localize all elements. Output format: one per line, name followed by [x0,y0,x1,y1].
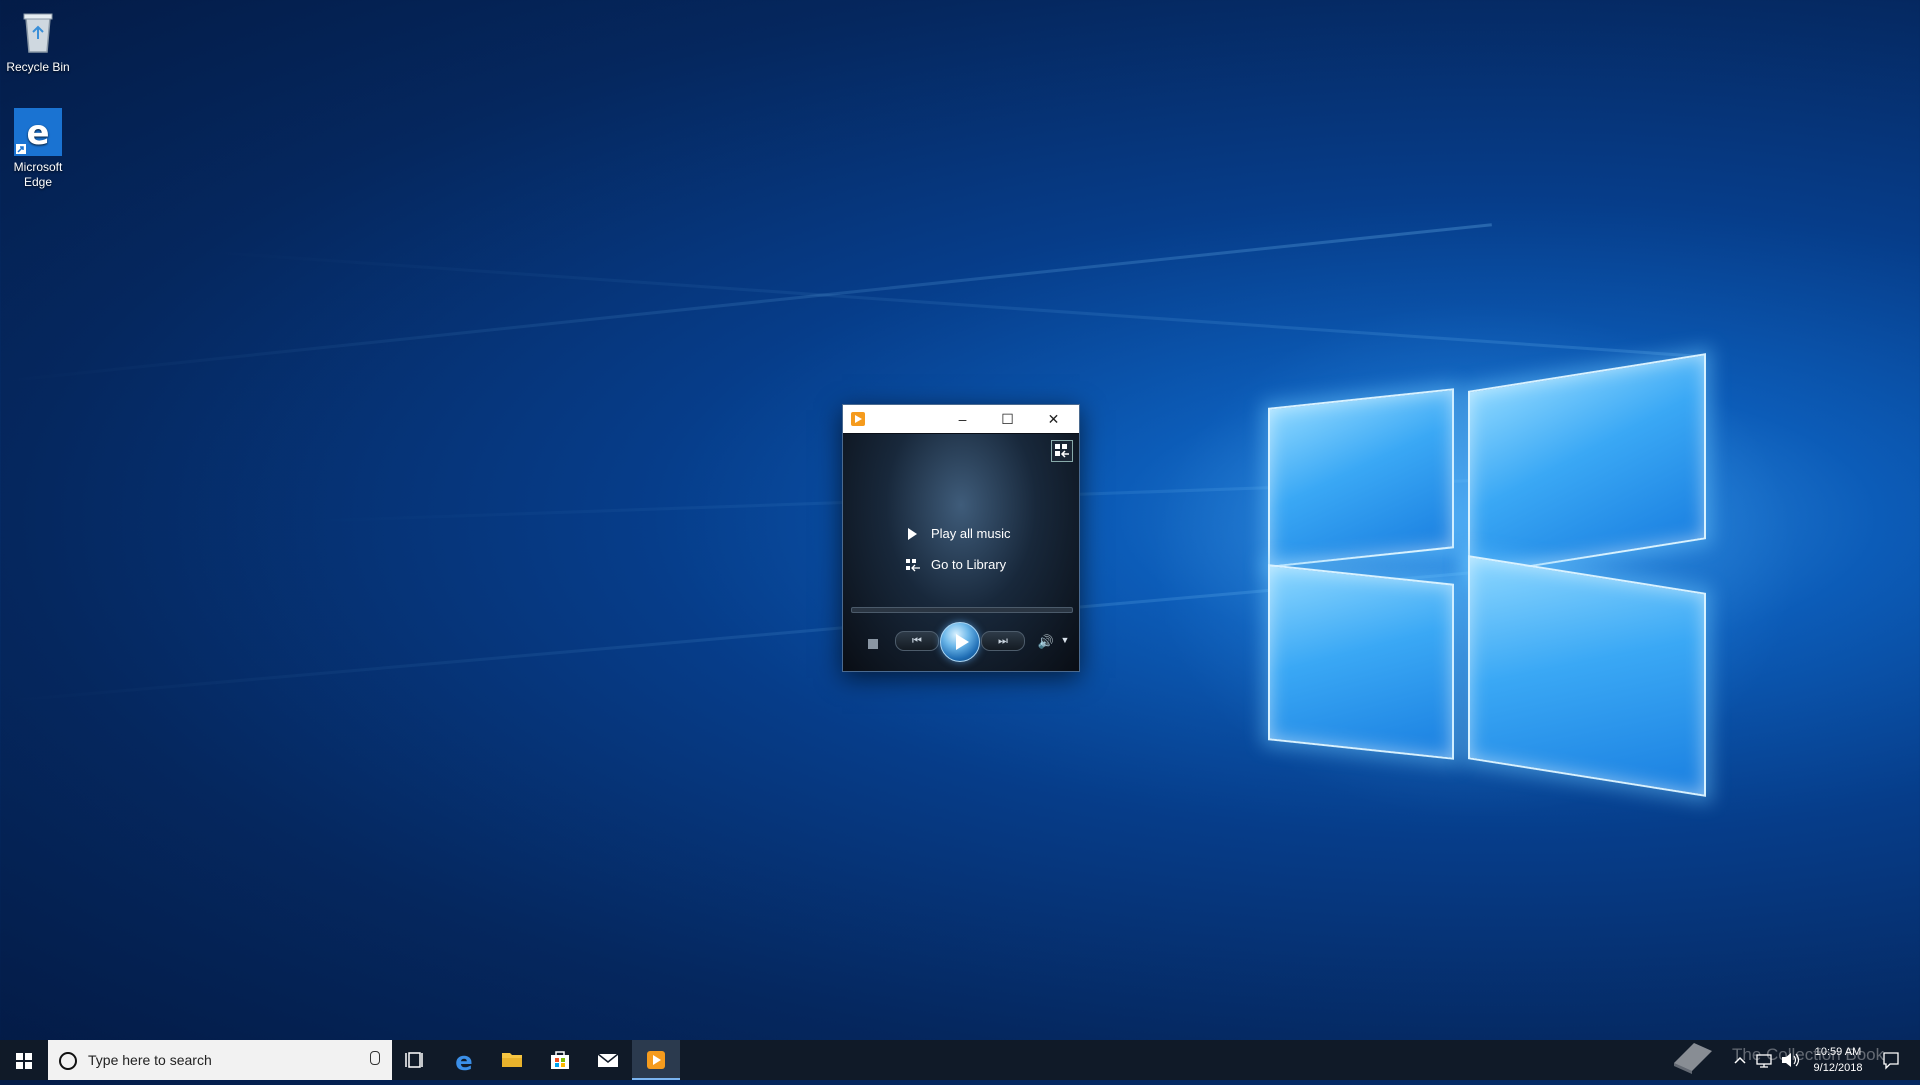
logo-pane-top-left [1268,388,1454,568]
media-player-icon [851,412,865,426]
switch-to-library-button[interactable] [1051,440,1073,462]
media-player-window[interactable]: – ☐ ✕ Play all music Go to Library ⏮ ⏭ 🔊… [842,404,1080,672]
maximize-button[interactable]: ☐ [985,405,1030,433]
speaker-icon: 🔊 [1037,634,1055,649]
edge-icon: e [14,108,62,156]
window-titlebar[interactable]: – ☐ ✕ [843,405,1079,433]
taskbar-media-player-button[interactable] [632,1040,680,1080]
desktop-icon-recycle-bin[interactable]: Recycle Bin [0,8,76,75]
svg-text:e: e [455,1047,473,1077]
search-placeholder: Type here to search [88,1052,212,1068]
task-view-button[interactable] [392,1040,440,1080]
logo-pane-bottom-right [1468,555,1706,797]
logo-pane-top-right [1468,353,1706,577]
go-to-library-link[interactable]: Go to Library [905,557,1006,572]
taskbar-mail-button[interactable] [584,1040,632,1080]
task-view-icon [405,1052,423,1068]
windows-logo-icon [16,1053,32,1069]
store-icon [551,1051,569,1069]
previous-button[interactable]: ⏮ [895,631,939,651]
watermark-book-logo [1674,1043,1712,1074]
start-button[interactable] [0,1040,48,1080]
desktop-icon-edge[interactable]: e Microsoft Edge [0,108,76,190]
taskbar-store-button[interactable] [536,1040,584,1080]
previous-icon: ⏮ [912,635,922,647]
microphone-icon[interactable] [370,1051,380,1065]
seek-bar[interactable] [851,607,1073,613]
svg-text:e: e [26,113,49,153]
library-grid-icon [1055,444,1069,458]
media-player-icon [647,1051,665,1069]
taskbar-search-box[interactable]: Type here to search [48,1040,392,1080]
cortana-icon [59,1052,77,1070]
edge-icon: e [455,1047,473,1077]
recycle-bin-icon [14,8,62,56]
play-button[interactable] [940,622,980,662]
play-all-music-label: Play all music [931,526,1011,541]
folder-icon [502,1053,522,1067]
volume-dropdown-button[interactable]: ▼ [1060,635,1070,645]
go-to-library-label: Go to Library [931,557,1007,572]
minimize-button[interactable]: – [940,405,985,433]
taskbar-edge-button[interactable]: e [440,1040,488,1080]
next-icon: ⏭ [998,635,1008,647]
watermark: The Collection Book [1674,1043,1885,1074]
logo-pane-bottom-left [1268,564,1454,760]
stop-button[interactable] [868,639,878,649]
next-button[interactable]: ⏭ [981,631,1025,651]
mute-button[interactable]: 🔊 [1037,634,1055,649]
play-icon [905,527,921,541]
desktop-icon-label: Microsoft Edge [13,160,63,189]
watermark-text: The Collection Book [1732,1045,1885,1064]
close-button[interactable]: ✕ [1031,405,1076,433]
chevron-down-icon: ▼ [1060,635,1070,645]
play-all-music-link[interactable]: Play all music [905,526,1010,541]
taskbar-file-explorer-button[interactable] [488,1040,536,1080]
desktop-icon-label: Recycle Bin [6,60,70,74]
taskbar: Type here to search e 10:59 AM 9/12/2018 [0,1040,1920,1080]
now-playing-area: Play all music Go to Library ⏮ ⏭ 🔊 ▼ [843,434,1079,671]
library-icon [905,558,921,572]
mail-icon [597,1053,619,1067]
